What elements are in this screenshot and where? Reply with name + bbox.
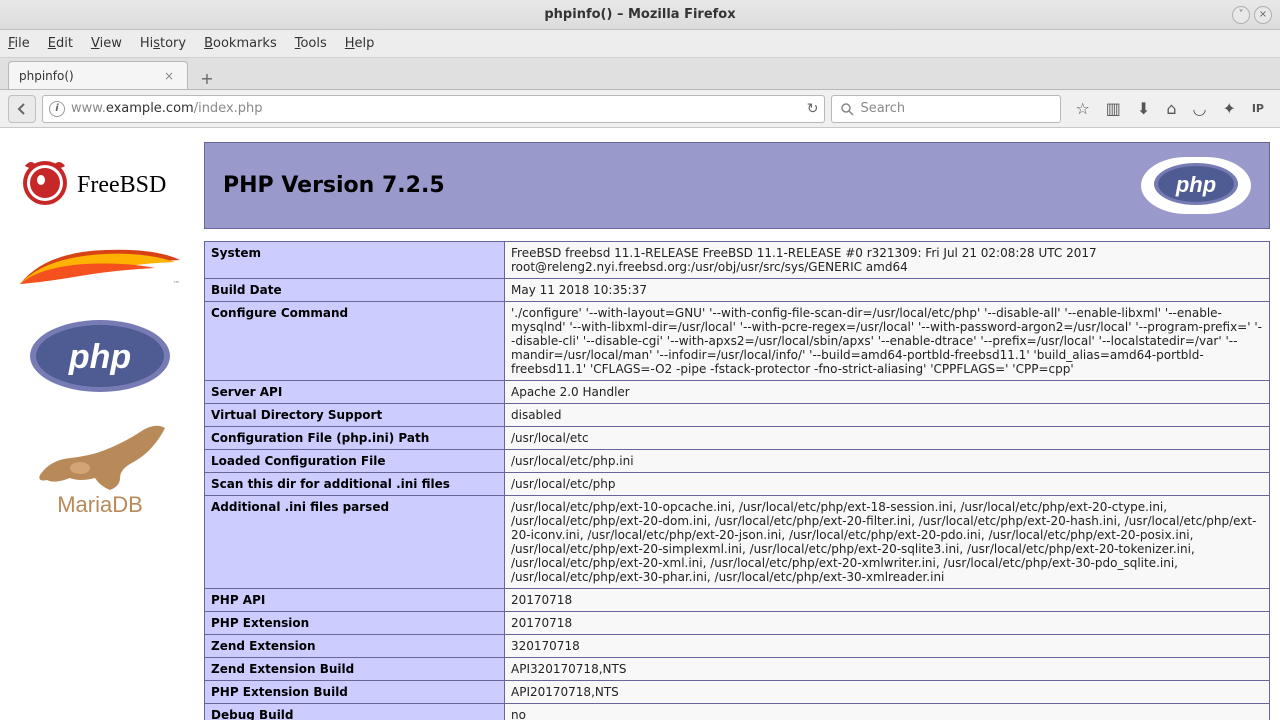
table-row: Configuration File (php.ini) Path/usr/lo… [205,427,1270,450]
config-key: Server API [205,381,505,404]
logo-sidebar: FreeBSD ™ php MariaDB [0,128,200,720]
menu-history[interactable]: History [140,36,186,51]
svg-text:php: php [1175,172,1216,197]
config-value: Apache 2.0 Handler [505,381,1270,404]
config-key: Virtual Directory Support [205,404,505,427]
config-value: 20170718 [505,612,1270,635]
minimize-icon[interactable]: ˅ [1232,6,1250,24]
back-button[interactable] [8,95,36,123]
menu-view[interactable]: View [91,36,122,51]
search-icon [840,102,854,116]
mariadb-logo: MariaDB [15,420,185,520]
download-icon[interactable]: ⬇ [1137,99,1150,118]
freebsd-logo: FreeBSD [15,148,185,218]
addon-icon[interactable]: ✦ [1222,99,1235,118]
menu-help[interactable]: Help [345,36,375,51]
table-row: Server APIApache 2.0 Handler [205,381,1270,404]
table-row: Debug Buildno [205,704,1270,720]
table-row: Configure Command'./configure' '--with-l… [205,302,1270,381]
config-key: Loaded Configuration File [205,450,505,473]
menu-tools[interactable]: Tools [295,36,327,51]
home-icon[interactable]: ⌂ [1166,99,1176,118]
table-row: Build DateMay 11 2018 10:35:37 [205,279,1270,302]
close-icon[interactable]: × [1254,6,1272,24]
svg-text:FreeBSD: FreeBSD [77,172,166,198]
svg-text:php: php [68,338,131,376]
phpinfo-table: SystemFreeBSD freebsd 11.1-RELEASE FreeB… [204,241,1270,720]
tab-close-icon[interactable]: × [161,68,177,84]
menu-file[interactable]: File [8,36,30,51]
config-key: Build Date [205,279,505,302]
tab-phpinfo[interactable]: phpinfo() × [8,61,188,89]
table-row: Zend Extension BuildAPI320170718,NTS [205,658,1270,681]
tabbar: phpinfo() × + [0,58,1280,90]
table-row: Zend Extension320170718 [205,635,1270,658]
search-placeholder: Search [860,101,905,116]
config-value: May 11 2018 10:35:37 [505,279,1270,302]
config-key: PHP Extension Build [205,681,505,704]
config-value: FreeBSD freebsd 11.1-RELEASE FreeBSD 11.… [505,242,1270,279]
window-titlebar: phpinfo() – Mozilla Firefox ˅ × [0,0,1280,30]
navbar: i www.example.com/index.php ↻ Search ☆ ▥… [0,90,1280,128]
config-value: './configure' '--with-layout=GNU' '--wit… [505,302,1270,381]
table-row: Scan this dir for additional .ini files/… [205,473,1270,496]
svg-text:™: ™ [173,280,180,288]
config-key: Zend Extension Build [205,658,505,681]
config-key: Additional .ini files parsed [205,496,505,589]
config-key: Scan this dir for additional .ini files [205,473,505,496]
config-value: 320170718 [505,635,1270,658]
php-version-title: PHP Version 7.2.5 [223,173,445,198]
reload-icon[interactable]: ↻ [807,101,819,117]
url-text: www.example.com/index.php [71,101,263,116]
config-key: System [205,242,505,279]
table-row: PHP API20170718 [205,589,1270,612]
table-row: PHP Extension BuildAPI20170718,NTS [205,681,1270,704]
ip-icon[interactable]: IP [1252,102,1264,115]
bookmark-star-icon[interactable]: ☆ [1075,99,1089,118]
config-value: API20170718,NTS [505,681,1270,704]
library-icon[interactable]: ▥ [1106,99,1121,118]
config-value: /usr/local/etc/php/ext-10-opcache.ini, /… [505,496,1270,589]
config-key: Debug Build [205,704,505,720]
menu-bookmarks[interactable]: Bookmarks [204,36,277,51]
url-input[interactable]: i www.example.com/index.php ↻ [42,95,825,123]
window-title: phpinfo() – Mozilla Firefox [544,7,735,22]
config-value: 20170718 [505,589,1270,612]
config-key: Configure Command [205,302,505,381]
table-row: PHP Extension20170718 [205,612,1270,635]
php-header-logo: php [1141,157,1251,214]
toolbar-icons: ☆ ▥ ⬇ ⌂ ◡ ✦ IP [1067,99,1272,118]
config-value: /usr/local/etc/php [505,473,1270,496]
svg-text:MariaDB: MariaDB [57,492,143,517]
apache-logo: ™ [15,242,185,292]
config-key: Zend Extension [205,635,505,658]
info-icon[interactable]: i [49,101,65,117]
table-row: SystemFreeBSD freebsd 11.1-RELEASE FreeB… [205,242,1270,279]
config-key: Configuration File (php.ini) Path [205,427,505,450]
menubar: File Edit View History Bookmarks Tools H… [0,30,1280,58]
arrow-left-icon [15,102,29,116]
phpinfo-main: PHP Version 7.2.5 php SystemFreeBSD free… [200,128,1280,720]
config-value: disabled [505,404,1270,427]
table-row: Additional .ini files parsed/usr/local/e… [205,496,1270,589]
search-input[interactable]: Search [831,95,1061,123]
new-tab-button[interactable]: + [194,67,220,89]
page-content: FreeBSD ™ php MariaDB [0,128,1280,720]
config-value: no [505,704,1270,720]
pocket-icon[interactable]: ◡ [1192,99,1206,118]
config-key: PHP API [205,589,505,612]
php-logo: php [15,316,185,396]
menu-edit[interactable]: Edit [48,36,73,51]
config-value: API320170718,NTS [505,658,1270,681]
table-row: Loaded Configuration File/usr/local/etc/… [205,450,1270,473]
config-value: /usr/local/etc [505,427,1270,450]
tab-title: phpinfo() [19,69,74,83]
config-value: /usr/local/etc/php.ini [505,450,1270,473]
table-row: Virtual Directory Supportdisabled [205,404,1270,427]
phpinfo-header: PHP Version 7.2.5 php [204,142,1270,229]
config-key: PHP Extension [205,612,505,635]
